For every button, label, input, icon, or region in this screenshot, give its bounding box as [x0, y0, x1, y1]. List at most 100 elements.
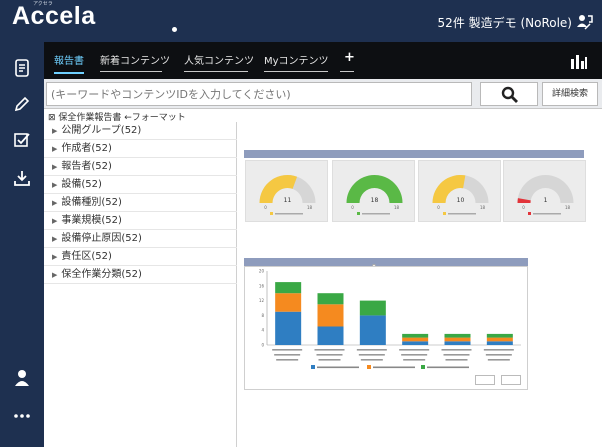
bar-segment [402, 341, 429, 345]
gauge-min: 0 [522, 205, 525, 210]
bar-segment [402, 337, 429, 342]
bar-segment [444, 341, 471, 345]
chart-action-button[interactable] [501, 375, 521, 385]
gauge-section-bar [244, 150, 584, 158]
bar-segment [486, 333, 513, 338]
search-input[interactable] [46, 82, 472, 106]
user-icon[interactable] [12, 368, 32, 388]
gauge-value: 18 [371, 197, 379, 204]
app-logo[interactable]: Accela [12, 2, 96, 31]
x-category-label [274, 354, 301, 356]
user-info[interactable]: 52件 製造デモ (NoRole) [438, 14, 572, 31]
gauge-value: 11 [284, 197, 292, 204]
gauge-card: 1 0 18 [503, 160, 586, 222]
bar-segment [275, 293, 302, 312]
legend-swatch [367, 365, 371, 369]
x-category-label [487, 359, 510, 361]
y-tick-label: 16 [259, 283, 265, 288]
bar-segment [444, 337, 471, 342]
x-category-label [445, 359, 468, 361]
bar-segment [402, 333, 429, 338]
checkbox-icon[interactable] [12, 130, 32, 150]
bar-chart-icon[interactable] [570, 53, 588, 69]
document-icon[interactable] [12, 58, 32, 78]
stacked-bar-chart: 0 4 8 12 16 20 [259, 269, 521, 369]
tree-item-label: 責任区(52) [61, 251, 112, 262]
x-category-label [403, 359, 426, 361]
tab-bar: 報告書 新着コンテンツ 人気コンテンツ Myコンテンツ + [44, 42, 602, 79]
download-icon[interactable] [12, 168, 32, 188]
bar-segment [275, 311, 302, 345]
tree-item-label: 設備停止原因(52) [61, 233, 142, 244]
bar-segment [359, 300, 386, 316]
gauge-legend-text [275, 213, 303, 215]
tab-my-content[interactable]: Myコンテンツ [264, 52, 329, 72]
caret-right-icon: ▶ [52, 127, 58, 135]
tree-item[interactable]: ▶ 設備停止原因(52) [44, 230, 237, 248]
x-category-label [360, 359, 383, 361]
tab-divider [264, 71, 328, 72]
y-tick-label: 20 [259, 269, 265, 274]
tab-divider [340, 71, 354, 72]
tree-item[interactable]: ▶ 事業規模(52) [44, 212, 237, 230]
stacked-bar-chart-card: 0 4 8 12 16 20 [244, 266, 528, 390]
bar-segment [486, 341, 513, 345]
bar-segment [317, 326, 344, 345]
top-bar: Accela アクセラ 52件 製造デモ (NoRole) [0, 0, 602, 42]
user-network-icon[interactable] [576, 12, 594, 30]
x-category-label [401, 354, 428, 356]
pencil-icon[interactable] [12, 94, 32, 114]
gauge-legend-text [362, 213, 390, 215]
search-icon [501, 86, 518, 103]
status-dot [172, 27, 177, 32]
x-category-label [316, 354, 343, 356]
tree-item[interactable]: ▶ 設備(52) [44, 176, 237, 194]
chart-action-button[interactable] [475, 375, 495, 385]
gauge-legend-text [448, 213, 476, 215]
tree-item[interactable]: ▶ 公開グループ(52) [44, 122, 237, 140]
legend-swatch [311, 365, 315, 369]
x-category-label [399, 349, 430, 351]
gauge: 1 0 18 [517, 175, 574, 215]
gauge-legend-swatch [270, 212, 273, 215]
tab-reports[interactable]: 報告書 [54, 52, 84, 74]
gauge-fill [259, 175, 298, 203]
x-category-label [483, 349, 514, 351]
caret-right-icon: ▶ [52, 253, 58, 261]
tree-item-label: 報告者(52) [61, 161, 112, 172]
tree-item[interactable]: ▶ 設備種別(52) [44, 194, 237, 212]
tree-item[interactable]: ▶ 責任区(52) [44, 248, 237, 266]
gauge-legend-swatch [443, 212, 446, 215]
tree-item[interactable]: ▶ 保全作業分類(52) [44, 266, 237, 284]
tree-item[interactable]: ▶ 報告者(52) [44, 158, 237, 176]
gauge-card: 18 0 18 [332, 160, 415, 222]
gauge-value: 1 [544, 197, 548, 204]
gauge-legend-swatch [357, 212, 360, 215]
bar-segment [486, 337, 513, 342]
gauge: 18 0 18 [346, 174, 403, 215]
caret-right-icon: ▶ [52, 163, 58, 171]
bar-segment [317, 304, 344, 327]
gauge-min: 0 [437, 205, 440, 210]
advanced-search-button[interactable]: 詳細検索 [542, 82, 598, 106]
more-icon[interactable] [12, 406, 32, 426]
caret-right-icon: ▶ [52, 199, 58, 207]
tree-item[interactable]: ▶ 作成者(52) [44, 140, 237, 158]
caret-right-icon: ▶ [52, 271, 58, 279]
tree-item-label: 保全作業分類(52) [61, 269, 142, 280]
gauge-min: 0 [264, 205, 267, 210]
tab-new-content[interactable]: 新着コンテンツ [100, 52, 170, 72]
gauge-max: 18 [565, 205, 571, 210]
tree-item-label: 公開グループ(52) [61, 125, 142, 136]
x-category-label [441, 349, 472, 351]
x-category-label [358, 354, 385, 356]
facet-tree: ▶ 公開グループ(52) ▶ 作成者(52) ▶ 報告者(52) ▶ 設備(52) ▶ 設備種別(… [44, 122, 237, 447]
gauge-min: 0 [351, 205, 354, 210]
x-category-label [318, 359, 341, 361]
tab-popular-content[interactable]: 人気コンテンツ [184, 52, 254, 72]
y-tick-label: 4 [261, 328, 264, 333]
tree-item-label: 事業規模(52) [61, 215, 122, 226]
tab-divider [100, 71, 162, 72]
search-button[interactable] [480, 82, 538, 106]
add-tab-button[interactable]: + [344, 50, 355, 65]
